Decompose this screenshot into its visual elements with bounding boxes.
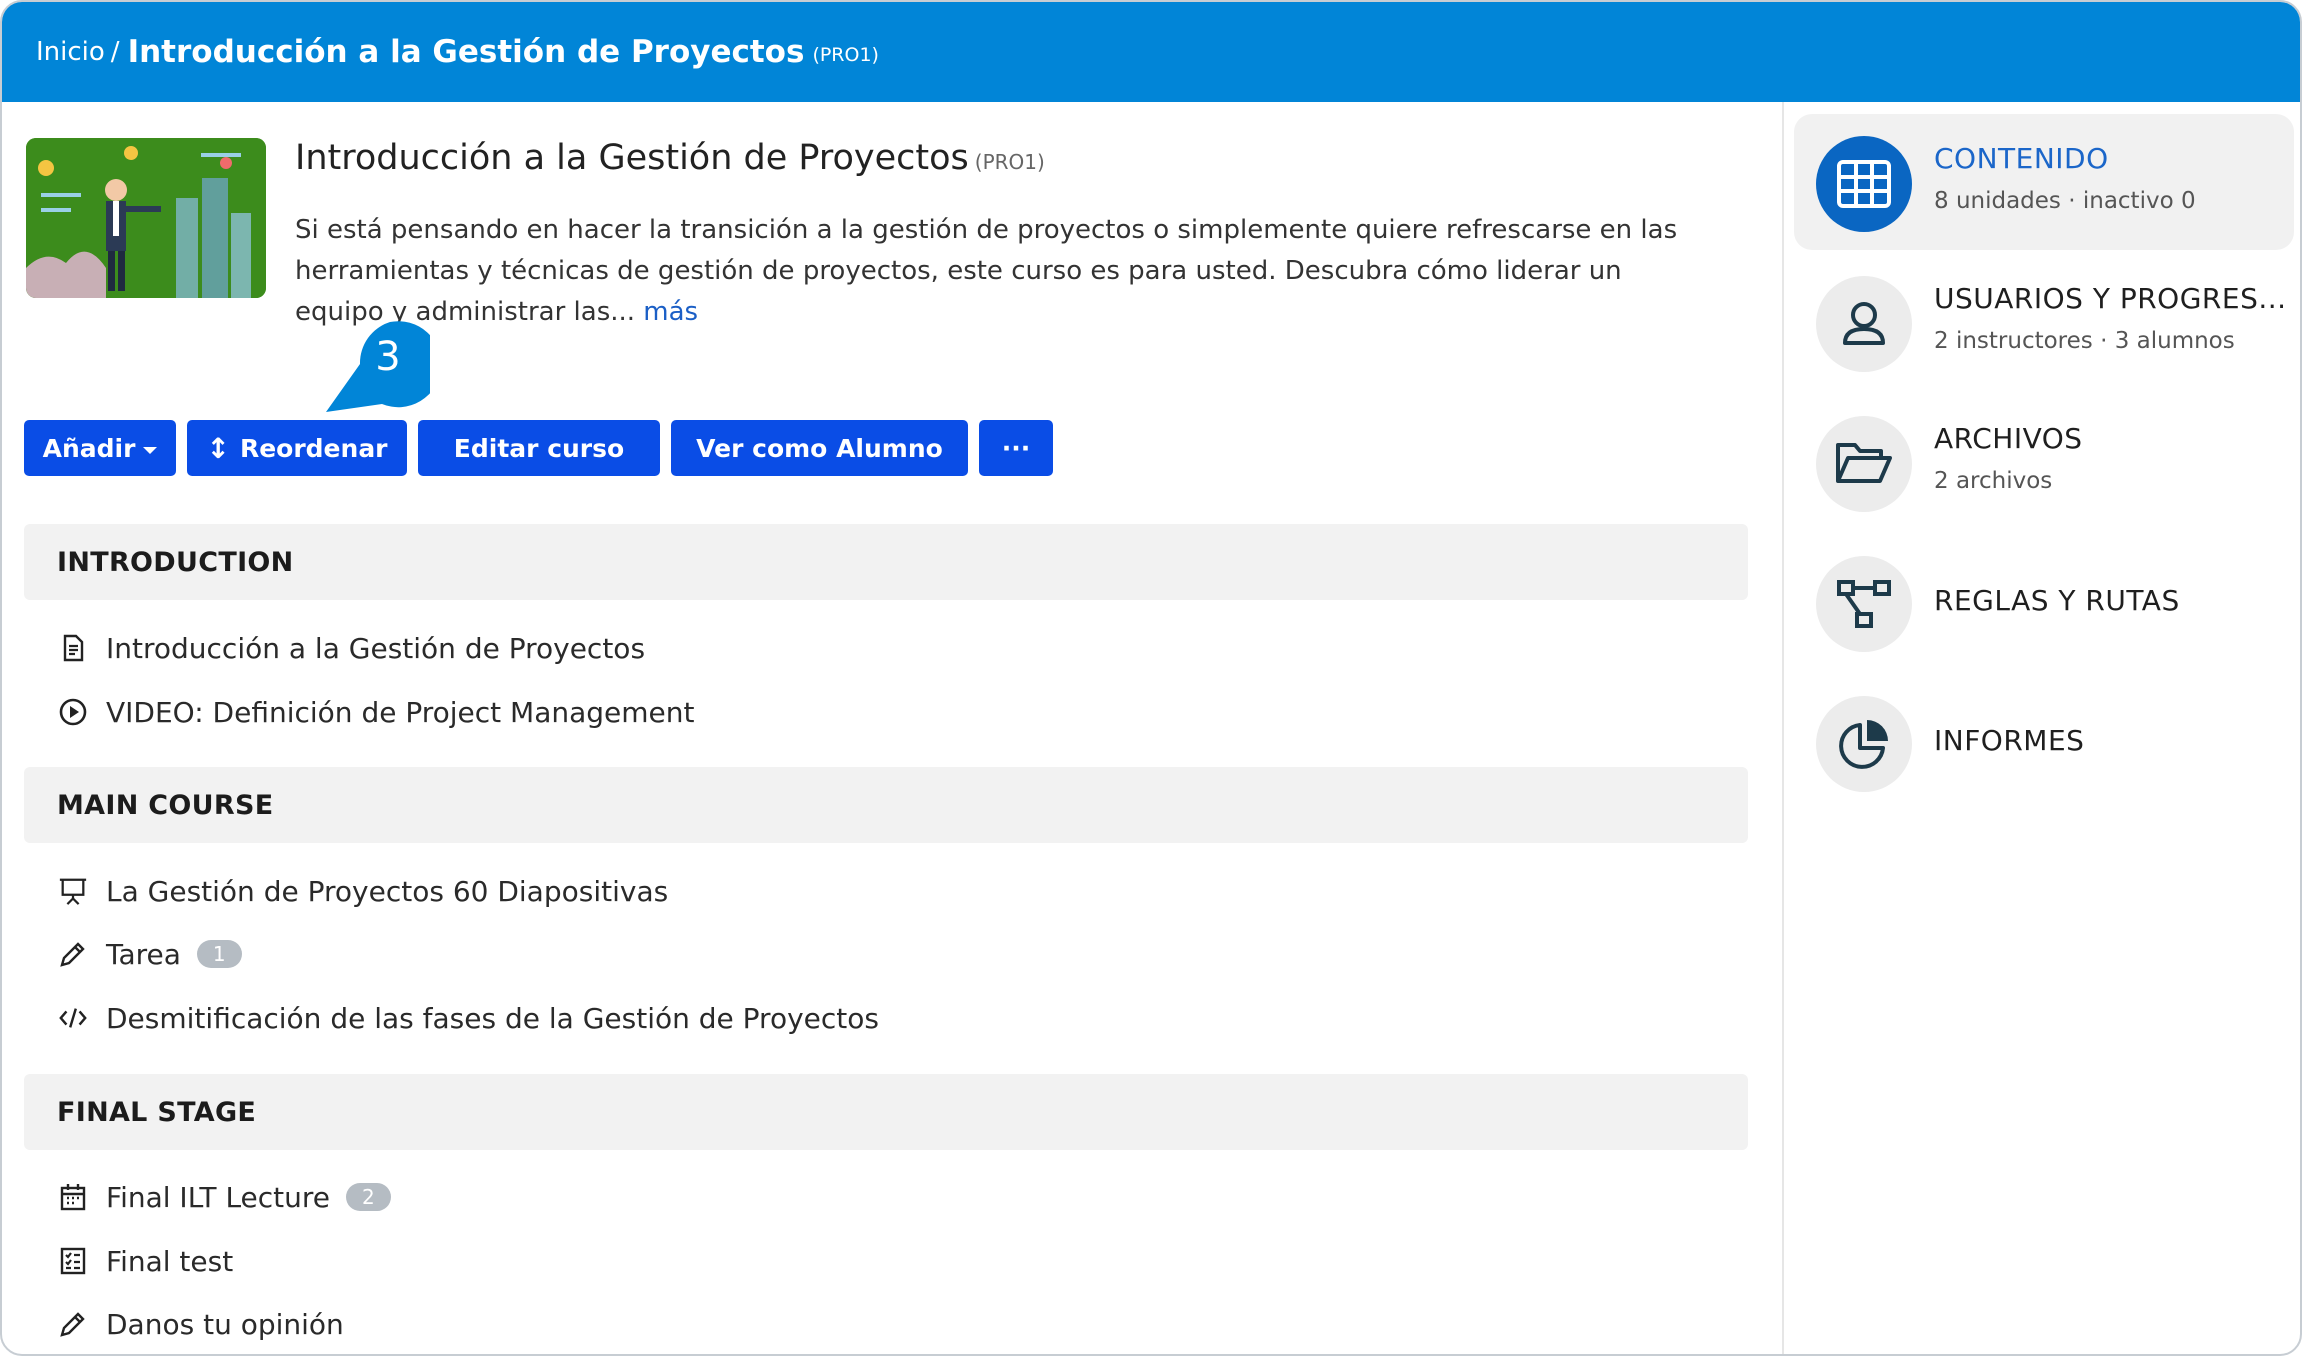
section-header-final-stage[interactable]: FINAL STAGE xyxy=(24,1074,1748,1150)
section-header-introduction[interactable]: INTRODUCTION xyxy=(24,524,1748,600)
course-sidebar: CONTENIDO 8 unidades · inactivo 0 USUARI… xyxy=(1782,102,2300,1354)
sort-arrows-icon: ↕ xyxy=(206,431,230,465)
code-icon xyxy=(58,1003,88,1033)
sidebar-icon-circle xyxy=(1816,136,1912,232)
unit-item[interactable]: Final test xyxy=(58,1239,233,1283)
section-title: MAIN COURSE xyxy=(57,789,274,821)
pencil-icon xyxy=(58,1309,88,1339)
more-options-button[interactable]: ··· xyxy=(979,420,1053,476)
user-icon xyxy=(1843,302,1885,345)
view-as-learner-label: Ver como Alumno xyxy=(696,433,943,463)
view-as-learner-button[interactable]: Ver como Alumno xyxy=(671,420,968,476)
sidebar-item-usuarios[interactable]: USUARIOS Y PROGRES... 2 instructores · 3… xyxy=(1794,254,2294,390)
unit-label: Danos tu opinión xyxy=(106,1307,344,1341)
course-main: Introducción a la Gestión de Proyectos (P… xyxy=(2,102,1782,1354)
course-thumbnail xyxy=(26,138,266,298)
sidebar-item-sub: 8 unidades · inactivo 0 xyxy=(1934,188,2196,214)
breadcrumb-course-title: Introducción a la Gestión de Proyectos xyxy=(127,34,805,70)
breadcrumb: Inicio / Introducción a la Gestión de Pr… xyxy=(2,2,2300,102)
sidebar-icon-circle xyxy=(1816,416,1912,512)
pencil-icon xyxy=(58,939,88,969)
unit-item[interactable]: VIDEO: Definición de Project Management xyxy=(58,690,695,734)
unit-item[interactable]: Final ILT Lecture 2 xyxy=(58,1175,391,1219)
sidebar-icon-circle xyxy=(1816,556,1912,652)
unit-label: Tarea xyxy=(106,937,181,971)
folder-open-icon xyxy=(1836,443,1892,483)
course-code: (PRO1) xyxy=(974,150,1045,174)
sidebar-item-label: REGLAS Y RUTAS xyxy=(1934,584,2180,617)
unit-label: VIDEO: Definición de Project Management xyxy=(106,695,695,729)
course-toolbar: Añadir ↕ Reordenar Editar curso Ver como… xyxy=(24,420,1053,476)
course-description-text: Si está pensando en hacer la transición … xyxy=(295,215,1678,327)
add-dropdown-button[interactable]: Añadir xyxy=(24,420,176,476)
sidebar-item-informes[interactable]: INFORMES xyxy=(1794,674,2294,810)
sidebar-item-label: CONTENIDO xyxy=(1934,142,2109,175)
course-title: Introducción a la Gestión de Proyectos (P… xyxy=(295,138,1045,178)
pie-chart-icon xyxy=(1839,720,1888,769)
sidebar-item-sub: 2 instructores · 3 alumnos xyxy=(1934,328,2235,354)
sidebar-item-sub: 2 archivos xyxy=(1934,468,2053,494)
unit-item[interactable]: Danos tu opinión xyxy=(58,1302,344,1346)
reorder-button[interactable]: ↕ Reordenar xyxy=(187,420,407,476)
ellipsis-icon: ··· xyxy=(1001,433,1031,463)
grid-icon xyxy=(1837,160,1891,208)
unit-label: Final ILT Lecture xyxy=(106,1180,331,1214)
breadcrumb-separator: / xyxy=(110,37,120,67)
count-badge: 1 xyxy=(196,940,242,968)
calendar-icon xyxy=(58,1182,88,1212)
sidebar-icon-circle xyxy=(1816,696,1912,792)
unit-item[interactable]: La Gestión de Proyectos 60 Diapositivas xyxy=(58,869,668,913)
more-link[interactable]: más xyxy=(643,297,698,327)
sidebar-item-label: INFORMES xyxy=(1934,724,2085,757)
reorder-button-label: Reordenar xyxy=(239,433,388,463)
breadcrumb-home-link[interactable]: Inicio xyxy=(36,37,105,67)
unit-item[interactable]: Desmitificación de las fases de la Gesti… xyxy=(58,996,879,1040)
section-header-main-course[interactable]: MAIN COURSE xyxy=(24,767,1748,843)
add-button-label: Añadir xyxy=(42,433,136,463)
count-badge: 2 xyxy=(346,1183,391,1211)
unit-label: Desmitificación de las fases de la Gesti… xyxy=(106,1001,879,1035)
unit-item[interactable]: Tarea 1 xyxy=(58,932,242,976)
sidebar-icon-circle xyxy=(1816,276,1912,372)
document-icon xyxy=(58,633,88,663)
flow-icon xyxy=(1837,580,1891,628)
presentation-icon xyxy=(58,876,88,906)
edit-course-button[interactable]: Editar curso xyxy=(418,420,660,476)
step-callout-number: 3 xyxy=(375,334,401,380)
course-title-text: Introducción a la Gestión de Proyectos xyxy=(295,138,969,178)
sidebar-item-label: USUARIOS Y PROGRES... xyxy=(1934,282,2287,315)
unit-label: Introducción a la Gestión de Proyectos xyxy=(106,631,646,665)
sidebar-item-contenido[interactable]: CONTENIDO 8 unidades · inactivo 0 xyxy=(1794,114,2294,250)
sidebar-item-archivos[interactable]: ARCHIVOS 2 archivos xyxy=(1794,394,2294,530)
section-title: INTRODUCTION xyxy=(57,546,294,578)
section-title: FINAL STAGE xyxy=(57,1096,257,1128)
course-description: Si está pensando en hacer la transición … xyxy=(295,210,1695,333)
breadcrumb-course-code: (PRO1) xyxy=(812,44,879,66)
caret-down-icon xyxy=(143,446,158,454)
checklist-icon xyxy=(58,1246,88,1276)
unit-item[interactable]: Introducción a la Gestión de Proyectos xyxy=(58,626,645,670)
unit-label: Final test xyxy=(106,1244,234,1278)
play-circle-icon xyxy=(58,697,88,727)
sidebar-item-reglas[interactable]: REGLAS Y RUTAS xyxy=(1794,534,2294,670)
unit-label: La Gestión de Proyectos 60 Diapositivas xyxy=(106,874,669,908)
edit-course-label: Editar curso xyxy=(453,433,625,463)
app-window: Inicio / Introducción a la Gestión de Pr… xyxy=(0,0,2302,1356)
sidebar-item-label: ARCHIVOS xyxy=(1934,422,2083,455)
